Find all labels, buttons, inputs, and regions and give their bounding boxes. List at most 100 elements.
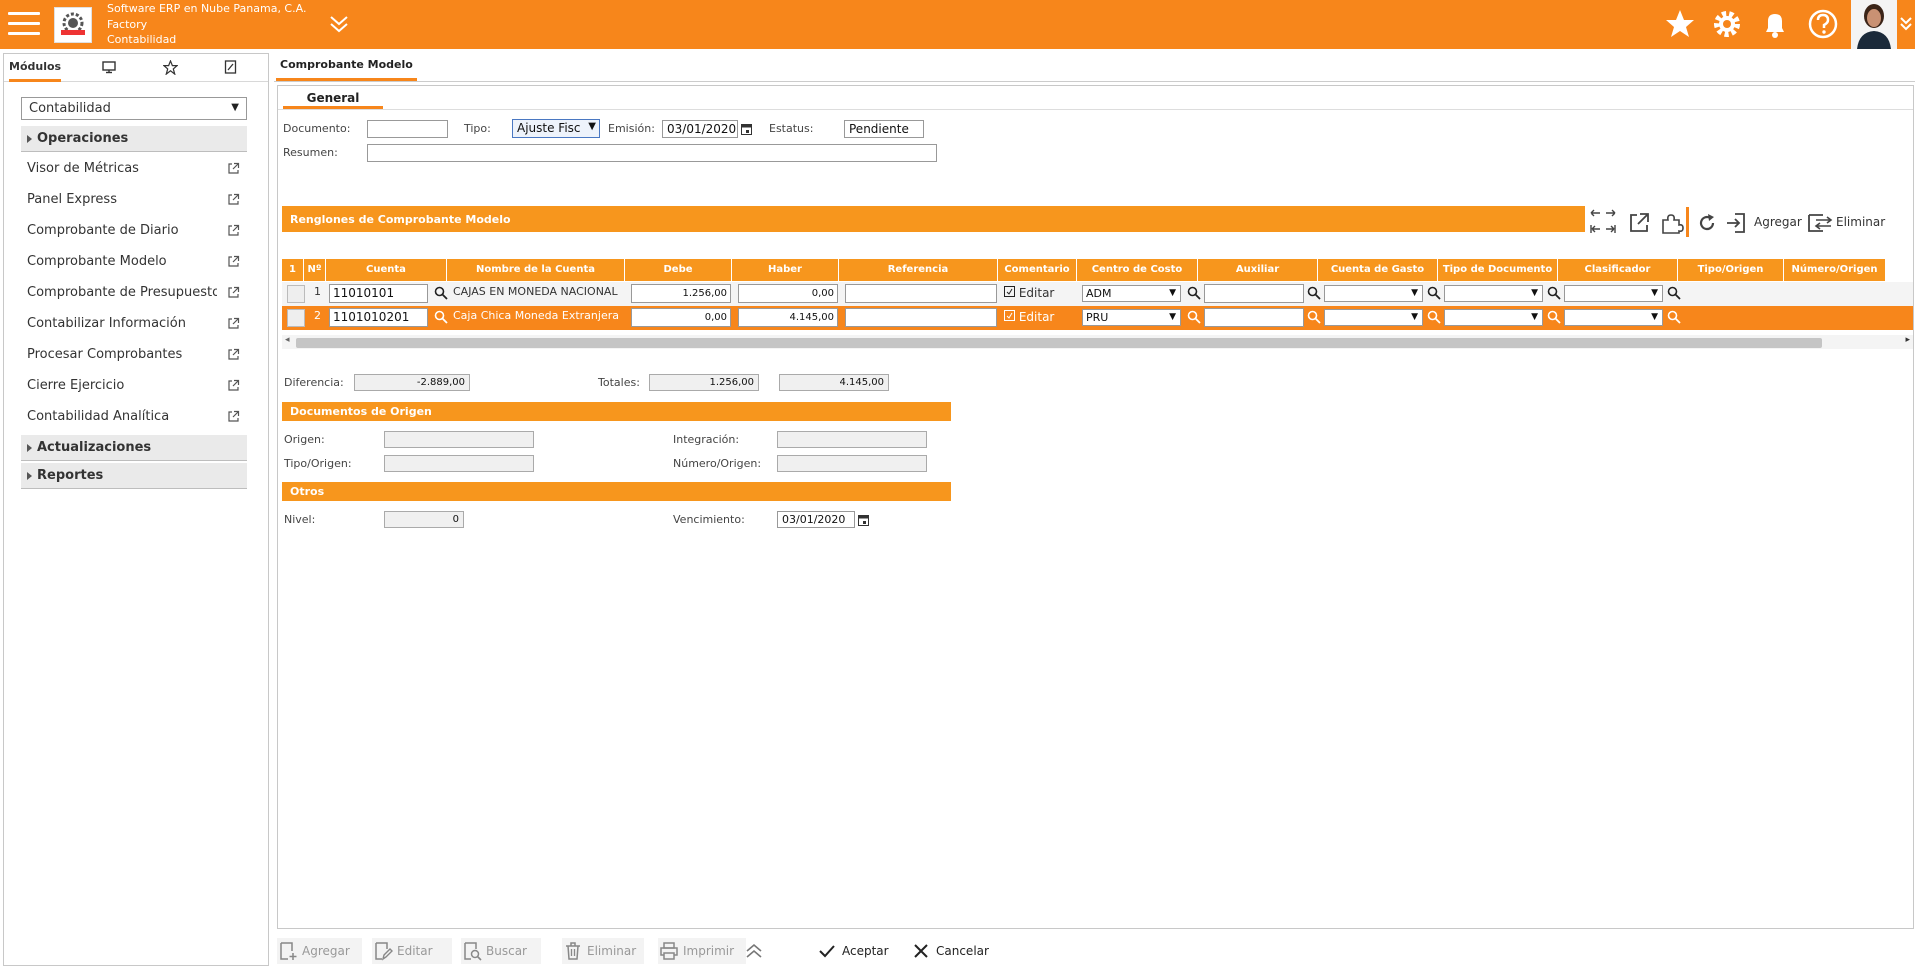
section-actualizaciones[interactable]: Actualizaciones (21, 435, 247, 461)
user-avatar[interactable] (1851, 0, 1897, 49)
grid-horizontal-scrollbar[interactable]: ◂ ▸ (282, 335, 1913, 349)
cuenta-input[interactable]: 11010101 (329, 284, 428, 303)
agregar-row-button[interactable]: Agregar (1754, 215, 1802, 229)
cuenta-input[interactable]: 1101010201 (329, 308, 428, 327)
search-icon[interactable] (434, 286, 448, 300)
menu-item-comprobante-diario[interactable]: Comprobante de Diario (21, 219, 247, 243)
referencia-input[interactable] (845, 284, 997, 303)
caret-right-icon (27, 472, 32, 480)
double-chevron-up-icon[interactable] (745, 942, 763, 960)
menu-item-contabilizar-informacion[interactable]: Contabilizar Información (21, 312, 247, 336)
search-icon[interactable] (1547, 310, 1561, 324)
module-select-value: Contabilidad (29, 101, 111, 116)
section-reportes[interactable]: Reportes (21, 463, 247, 489)
diferencia-label: Diferencia: (284, 376, 344, 389)
auxiliar-input[interactable] (1204, 308, 1304, 327)
column-resize-icon[interactable] (1587, 206, 1619, 238)
search-icon[interactable] (1427, 286, 1441, 300)
add-row-icon[interactable] (1726, 212, 1746, 234)
table-row[interactable]: 1 11010101 CAJAS EN MONEDA NACIONAL 1.25… (282, 282, 1913, 306)
calendar-icon[interactable] (741, 123, 752, 135)
star-icon[interactable] (1662, 6, 1698, 42)
search-icon[interactable] (1187, 286, 1201, 300)
search-icon[interactable] (1667, 286, 1681, 300)
search-icon[interactable] (1667, 310, 1681, 324)
editar-button[interactable]: Editar (372, 938, 452, 964)
export-icon[interactable] (1628, 212, 1650, 234)
search-icon[interactable] (1427, 310, 1441, 324)
buscar-button[interactable]: Buscar (461, 938, 541, 964)
section-operaciones[interactable]: Operaciones (21, 126, 247, 152)
tipo-select-value: Ajuste Fisc (517, 121, 581, 135)
auxiliar-input[interactable] (1204, 284, 1304, 303)
menu-item-comprobante-presupuesto[interactable]: Comprobante de Presupuesto (21, 281, 247, 305)
tipo-documento-select[interactable]: ▼ (1444, 309, 1543, 326)
tab-notes[interactable] (215, 54, 245, 82)
refresh-icon[interactable] (1697, 213, 1717, 233)
menu-item-cierre-ejercicio[interactable]: Cierre Ejercicio (21, 374, 247, 398)
tab-desktop[interactable] (94, 54, 124, 82)
search-icon[interactable] (1187, 310, 1201, 324)
search-icon[interactable] (1547, 286, 1561, 300)
referencia-input[interactable] (845, 308, 997, 327)
menu-item-contabilidad-analitica[interactable]: Contabilidad Analítica (21, 405, 247, 429)
row-select-checkbox[interactable] (287, 309, 305, 327)
tab-comprobante-modelo[interactable]: Comprobante Modelo (276, 53, 417, 81)
tab-modulos[interactable]: Módulos (9, 54, 61, 82)
eliminar-row-button[interactable]: Eliminar (1836, 215, 1885, 229)
haber-input[interactable]: 0,00 (738, 284, 838, 303)
debe-input[interactable]: 1.256,00 (631, 284, 731, 303)
module-select[interactable]: Contabilidad ▼ (21, 97, 247, 120)
agregar-button[interactable]: Agregar (277, 938, 362, 964)
tab-favorites[interactable] (155, 54, 185, 82)
eliminar-button[interactable]: Eliminar (562, 938, 644, 964)
search-icon[interactable] (1307, 310, 1321, 324)
calendar-icon[interactable] (858, 514, 869, 526)
table-row-selected[interactable]: 2 1101010201 Caja Chica Moneda Extranjer… (282, 306, 1913, 330)
clasificador-select[interactable]: ▼ (1564, 309, 1663, 326)
editar-comentario-button[interactable]: Editar (1004, 309, 1054, 324)
menu-item-panel-express[interactable]: Panel Express (21, 188, 247, 212)
imprimir-button[interactable]: Imprimir (658, 938, 746, 964)
search-icon[interactable] (434, 310, 448, 324)
resumen-input[interactable] (367, 144, 937, 162)
dropdown-arrow-icon: ▼ (1169, 288, 1176, 298)
menu-icon[interactable] (8, 12, 40, 36)
help-icon[interactable] (1805, 6, 1841, 42)
tab-general[interactable]: General (283, 86, 383, 109)
menu-item-label: Comprobante Modelo (27, 254, 167, 269)
cuenta-gasto-select[interactable]: ▼ (1324, 309, 1423, 326)
clasificador-select[interactable]: ▼ (1564, 285, 1663, 302)
delete-row-icon[interactable] (1808, 212, 1834, 234)
gear-icon[interactable] (1709, 6, 1745, 42)
puzzle-icon[interactable] (1660, 212, 1684, 234)
haber-input[interactable]: 4.145,00 (738, 308, 838, 327)
scrollbar-thumb[interactable] (296, 338, 1822, 348)
search-icon[interactable] (1307, 286, 1321, 300)
aceptar-button[interactable]: Aceptar (818, 938, 894, 964)
chevron-down-icon[interactable] (1899, 14, 1913, 34)
vencimiento-input[interactable]: 03/01/2020 (777, 511, 855, 528)
editar-comentario-button[interactable]: Editar (1004, 285, 1054, 300)
scroll-left-icon[interactable]: ◂ (285, 335, 290, 345)
nivel-input[interactable]: 0 (384, 511, 464, 528)
bell-icon[interactable] (1757, 6, 1793, 42)
otros-header: Otros (282, 482, 951, 501)
menu-item-comprobante-modelo[interactable]: Comprobante Modelo (21, 250, 247, 274)
double-chevron-down-icon[interactable] (328, 12, 350, 36)
cancelar-button[interactable]: Cancelar (912, 938, 992, 964)
row-select-checkbox[interactable] (287, 285, 305, 303)
debe-input[interactable]: 0,00 (631, 308, 731, 327)
section-operaciones-label: Operaciones (37, 131, 129, 146)
cuenta-gasto-select[interactable]: ▼ (1324, 285, 1423, 302)
menu-item-visor-metricas[interactable]: Visor de Métricas (21, 157, 247, 181)
tipo-select[interactable]: Ajuste Fisc ▼ (512, 119, 600, 138)
tipo-documento-select[interactable]: ▼ (1444, 285, 1543, 302)
external-link-icon (228, 193, 240, 205)
menu-item-procesar-comprobantes[interactable]: Procesar Comprobantes (21, 343, 247, 367)
emision-input[interactable]: 03/01/2020 (662, 120, 738, 138)
scroll-right-icon[interactable]: ▸ (1905, 335, 1910, 345)
centro-costo-select[interactable]: PRU ▼ (1082, 309, 1181, 326)
documento-input[interactable] (367, 120, 448, 138)
centro-costo-select[interactable]: ADM ▼ (1082, 285, 1181, 302)
